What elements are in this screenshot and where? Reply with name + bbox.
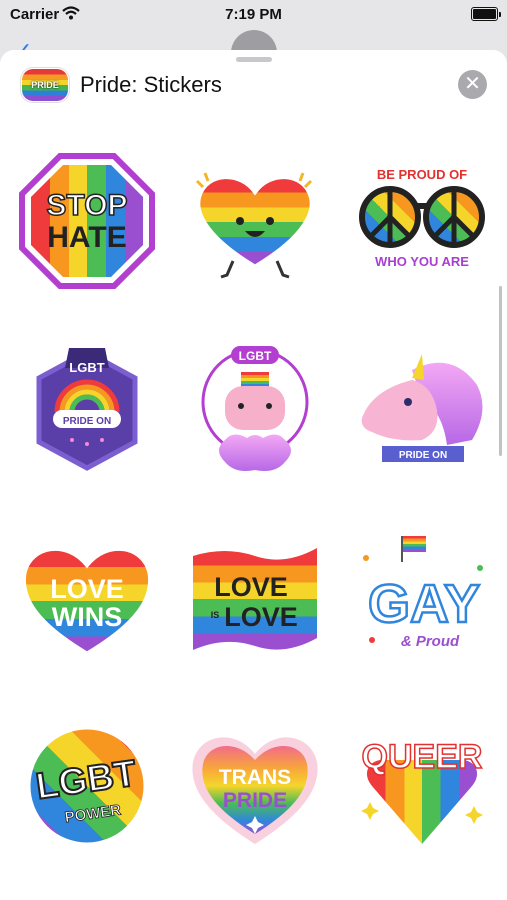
sticker-text-trans: TRANS (219, 766, 291, 789)
sticker-be-proud[interactable]: BE PROUD OF WHO YOU ARE (352, 151, 492, 291)
app-icon: PRIDE (21, 68, 69, 102)
battery-icon (471, 7, 501, 21)
sticker-gay-and-proud[interactable]: GAY & Proud (352, 528, 492, 668)
scroll-indicator[interactable] (499, 286, 502, 456)
sticker-text-wins: WINS (52, 602, 123, 632)
sticker-text-lgbt: LGBT (69, 360, 104, 375)
sticker-queer[interactable]: QUEER (352, 716, 492, 856)
sticker-text-hate: HATE (47, 221, 126, 254)
sticker-happy-rainbow-heart[interactable] (185, 151, 325, 291)
sticker-text-love: LOVE (50, 574, 124, 604)
sticker-text-gay: GAY (368, 574, 480, 634)
sticker-love-is-love[interactable]: LOVE IS LOVE (185, 528, 325, 668)
sticker-pride-on-unicorn[interactable]: PRIDE ON (352, 340, 492, 480)
sticker-stop-hate[interactable]: STOP HATE (17, 151, 157, 291)
sticker-lgbt-cat[interactable]: LGBT (185, 340, 325, 480)
sticker-text-be-proud-of: BE PROUD OF (377, 167, 467, 182)
sticker-text-unicorn-pride-on: PRIDE ON (399, 450, 447, 461)
status-time: 7:19 PM (225, 6, 282, 23)
sticker-text-pride: PRIDE (223, 789, 287, 812)
sticker-love-wins[interactable]: LOVE WINS (17, 528, 157, 668)
sticker-lgbt-power[interactable]: LGBT POWER (17, 716, 157, 856)
sticker-text-love-1: LOVE (214, 572, 288, 602)
sticker-text-love-2: LOVE (224, 602, 298, 632)
sticker-text-pride-on: PRIDE ON (63, 416, 111, 427)
sticker-trans-pride[interactable]: TRANS PRIDE (185, 716, 325, 856)
close-icon[interactable]: ✕ (458, 70, 487, 99)
sticker-sheet: PRIDE Pride: Stickers ✕ STOP HATE BE PRO… (0, 50, 507, 900)
sticker-lgbt-pride-on[interactable]: LGBT PRIDE ON (17, 340, 157, 480)
sticker-text-who-you-are: WHO YOU ARE (375, 254, 469, 269)
sticker-text-stop: STOP (46, 189, 127, 222)
app-icon-label: PRIDE (31, 80, 59, 90)
sticker-text-queer: QUEER (362, 738, 483, 776)
sheet-title: Pride: Stickers (80, 72, 222, 97)
sticker-text-cat-lgbt: LGBT (239, 349, 272, 363)
sticker-text-is: IS (211, 610, 220, 620)
sheet-grabber[interactable] (236, 57, 272, 62)
status-bar: Carrier 7:19 PM (0, 0, 507, 30)
sticker-text-and-proud: & Proud (401, 633, 460, 650)
